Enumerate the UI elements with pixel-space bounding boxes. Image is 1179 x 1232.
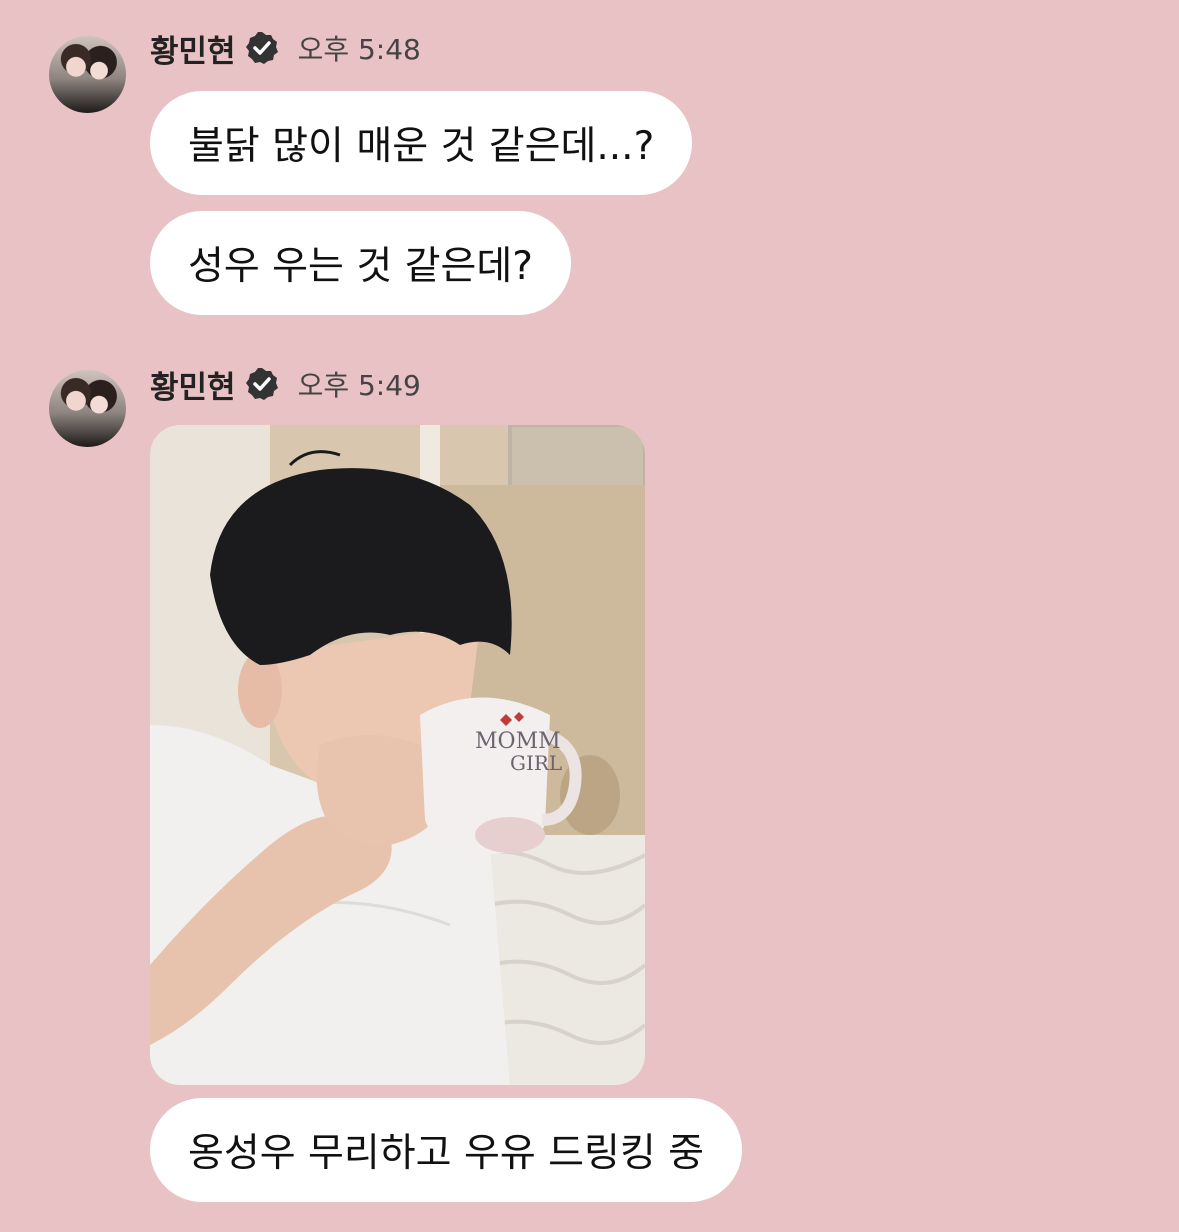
avatar[interactable]: [49, 370, 126, 447]
sender-name[interactable]: 황민현: [150, 362, 236, 407]
mug-text-line2: GIRL: [510, 751, 562, 775]
message-timestamp: 오후 5:49: [297, 369, 421, 402]
message-photo[interactable]: MOMM GIRL: [150, 425, 645, 1085]
avatar[interactable]: [49, 36, 126, 113]
message-header: 황민현 오후 5:48: [150, 26, 421, 71]
sender-name[interactable]: 황민현: [150, 26, 236, 71]
message-bubble[interactable]: 성우 우는 것 같은데?: [150, 211, 571, 315]
message-timestamp: 오후 5:48: [297, 33, 421, 66]
verified-badge-icon: [244, 30, 280, 66]
message-bubble[interactable]: 옹성우 무리하고 우유 드링킹 중: [150, 1098, 743, 1202]
photo-illustration: MOMM GIRL: [150, 425, 645, 1085]
verified-badge-icon: [244, 366, 280, 402]
message-bubble[interactable]: 불닭 많이 매운 것 같은데...?: [150, 91, 693, 195]
message-header: 황민현 오후 5:49: [150, 362, 421, 407]
